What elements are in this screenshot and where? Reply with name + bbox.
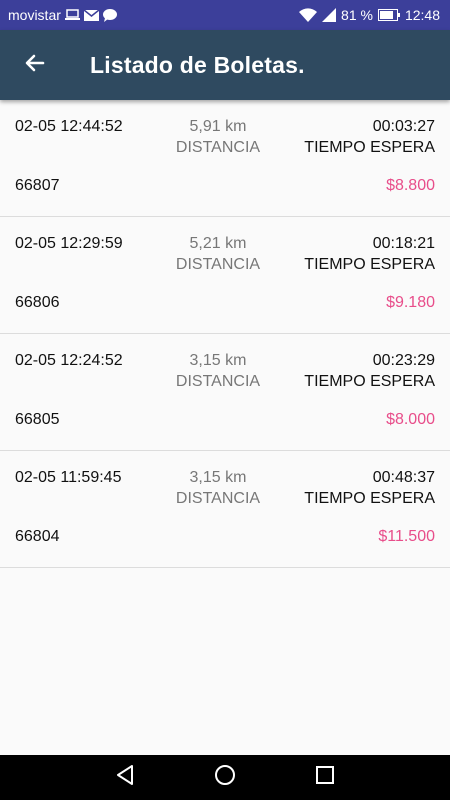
clock: 12:48	[404, 7, 440, 23]
receipt-amount: $8.800	[386, 177, 435, 194]
app-bar: Listado de Boletas.	[0, 30, 450, 100]
receipt-amount: $8.000	[386, 411, 435, 428]
receipt-datetime: 02-05 12:24:52	[15, 352, 123, 369]
receipt-amount: $11.500	[378, 528, 435, 545]
mail-icon	[83, 9, 99, 21]
distance-label: DISTANCIA	[175, 256, 261, 273]
nav-back-button[interactable]	[110, 763, 140, 793]
laptop-icon	[64, 9, 80, 21]
wait-time-label: TIEMPO ESPERA	[304, 373, 435, 390]
battery-icon	[377, 9, 400, 21]
receipt-datetime: 02-05 12:44:52	[15, 118, 123, 135]
receipt-distance: 3,15 km	[189, 352, 247, 369]
recents-square-icon	[315, 765, 335, 790]
receipt-row[interactable]: 02-05 12:29:59 5,21 km DISTANCIA 00:18:2…	[0, 217, 450, 334]
receipt-datetime: 02-05 12:29:59	[15, 235, 123, 252]
receipt-wait-time: 00:23:29	[372, 352, 435, 369]
receipt-id: 66805	[15, 411, 60, 428]
receipt-id: 66806	[15, 294, 60, 311]
receipt-amount: $9.180	[386, 294, 435, 311]
signal-icon	[322, 8, 337, 22]
distance-label: DISTANCIA	[175, 373, 261, 390]
receipt-list: 02-05 12:44:52 5,91 km DISTANCIA 00:03:2…	[0, 100, 450, 568]
receipt-distance: 3,15 km	[189, 469, 247, 486]
receipt-id: 66804	[15, 528, 60, 545]
wait-time-label: TIEMPO ESPERA	[304, 490, 435, 507]
receipt-wait-time: 00:18:21	[372, 235, 435, 252]
receipt-distance: 5,91 km	[189, 118, 247, 135]
receipt-distance: 5,21 km	[189, 235, 247, 252]
receipt-row[interactable]: 02-05 12:24:52 3,15 km DISTANCIA 00:23:2…	[0, 334, 450, 451]
carrier-name: movistar	[8, 7, 61, 23]
receipt-row[interactable]: 02-05 12:44:52 5,91 km DISTANCIA 00:03:2…	[0, 100, 450, 217]
receipt-id: 66807	[15, 177, 60, 194]
chat-bubble-icon	[102, 8, 117, 22]
wait-time-label: TIEMPO ESPERA	[304, 256, 435, 273]
nav-recents-button[interactable]	[310, 763, 340, 793]
back-triangle-icon	[115, 764, 135, 791]
wait-time-label: TIEMPO ESPERA	[304, 139, 435, 156]
system-nav-bar	[0, 755, 450, 800]
receipt-wait-time: 00:03:27	[372, 118, 435, 135]
page-title: Listado de Boletas.	[90, 51, 305, 78]
back-arrow-icon	[23, 51, 47, 80]
battery-percent: 81 %	[341, 7, 373, 23]
distance-label: DISTANCIA	[175, 490, 261, 507]
back-button[interactable]	[0, 30, 70, 100]
distance-label: DISTANCIA	[175, 139, 261, 156]
receipt-wait-time: 00:48:37	[372, 469, 435, 486]
wifi-icon	[299, 8, 318, 22]
nav-home-button[interactable]	[210, 763, 240, 793]
receipt-datetime: 02-05 11:59:45	[15, 469, 122, 486]
status-bar: movistar 81 % 12:48	[0, 0, 450, 30]
receipt-row[interactable]: 02-05 11:59:45 3,15 km DISTANCIA 00:48:3…	[0, 451, 450, 568]
home-circle-icon	[214, 764, 236, 791]
